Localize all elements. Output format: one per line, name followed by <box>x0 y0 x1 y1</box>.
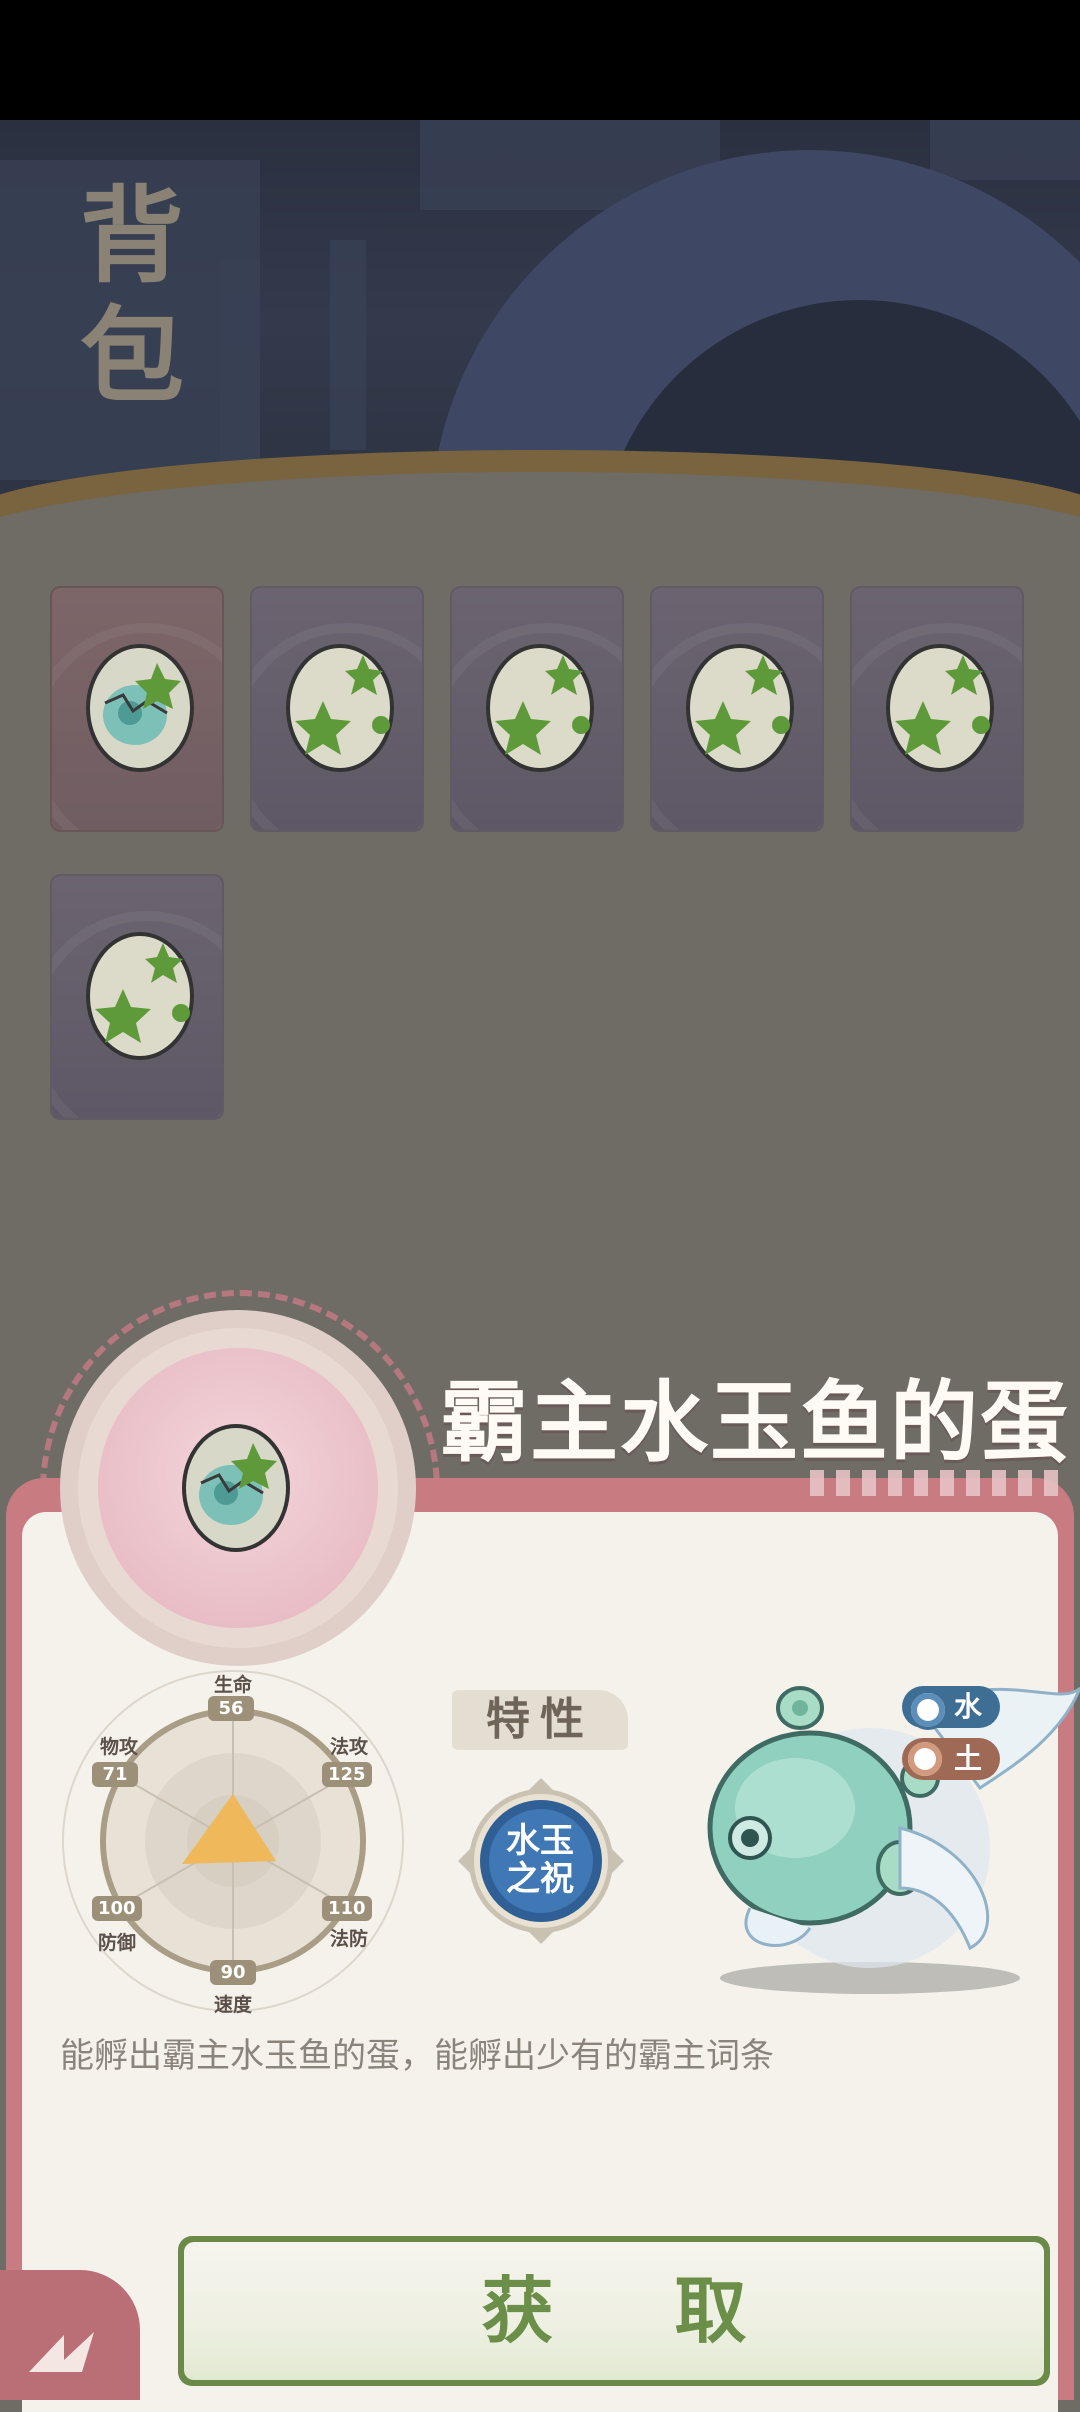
stat-label-atk: 物攻 <box>100 1736 139 1758</box>
item-medallion <box>78 1328 398 1648</box>
stat-value-def: 100 <box>92 1896 142 1921</box>
stat-value-matk: 125 <box>322 1762 372 1787</box>
trait-tag: 特性 <box>452 1690 628 1750</box>
get-button-label: 获 取 <box>184 2242 1044 2380</box>
star-egg-icon <box>686 644 794 772</box>
item-description: 能孵出霸主水玉鱼的蛋，能孵出少有的霸主词条 <box>60 2036 774 2076</box>
inventory-slot-4[interactable] <box>650 586 824 832</box>
inventory-slot-1[interactable] <box>50 586 224 832</box>
stat-value-mdef: 110 <box>322 1896 372 1921</box>
item-name: 霸主水玉鱼的蛋 <box>440 1371 1071 1474</box>
stat-label-spd: 速度 <box>214 1994 253 2016</box>
inventory-slot-5[interactable] <box>850 586 1024 832</box>
trait-name[interactable]: 水玉 之祝 <box>500 1822 580 1898</box>
stat-label-def: 防御 <box>98 1932 137 1954</box>
cracked-egg-icon <box>182 1424 290 1552</box>
earth-icon <box>908 1742 942 1776</box>
inventory-slot-3[interactable] <box>450 586 624 832</box>
page-title: 背 包 <box>79 174 184 417</box>
stat-value-spd: 90 <box>210 1960 256 1985</box>
fish-creature-image <box>707 1686 1080 1994</box>
inventory-slot-6[interactable] <box>50 874 224 1120</box>
star-egg-icon <box>886 644 994 772</box>
cracked-egg-icon <box>86 644 194 772</box>
back-icon <box>29 2332 94 2372</box>
element-badge-earth: 土 <box>902 1738 1001 1780</box>
stat-label-mdef: 法防 <box>330 1928 369 1950</box>
back-button[interactable] <box>0 2270 140 2400</box>
element-badge-water: 水 <box>902 1686 1001 1730</box>
star-egg-icon <box>286 644 394 772</box>
get-button[interactable]: 获 取 <box>178 2236 1050 2386</box>
star-egg-icon <box>486 644 594 772</box>
stat-label-hp: 生命 <box>214 1674 253 1696</box>
water-icon <box>908 1690 948 1730</box>
inventory-slot-2[interactable] <box>250 586 424 832</box>
status-bar <box>0 0 1080 120</box>
stat-value-hp: 56 <box>208 1696 254 1721</box>
star-egg-icon <box>86 932 194 1060</box>
stat-label-matk: 法攻 <box>330 1736 369 1758</box>
stat-value-atk: 71 <box>92 1762 138 1787</box>
